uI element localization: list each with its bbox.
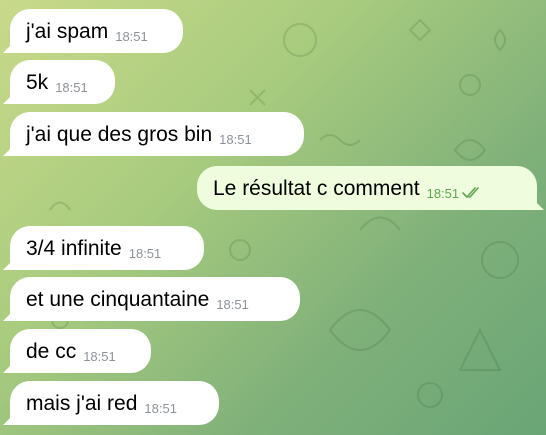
message-time: 18:51 <box>216 296 249 312</box>
message-text: 3/4 infinite <box>26 236 122 260</box>
message-bubble-incoming[interactable]: 3/4 infinite 18:51 <box>10 226 204 270</box>
message-text: et une cinquantaine <box>26 287 210 311</box>
message-text: mais j'ai red <box>26 391 138 415</box>
message-time: 18:51 <box>219 131 252 147</box>
message-bubble-incoming[interactable]: j'ai spam 18:51 <box>10 9 183 53</box>
message-time: 18:51 <box>128 245 162 261</box>
message-time: 18:51 <box>55 79 88 95</box>
double-check-icon <box>462 186 479 198</box>
message-bubble-incoming[interactable]: de cc 18:51 <box>10 329 151 373</box>
message-text: j'ai que des gros bin <box>26 122 213 146</box>
message-time: 18:51 <box>426 185 460 201</box>
message-text: de cc <box>26 339 77 363</box>
chat-background: j'ai spam 18:51 5k 18:51 j'ai que des gr… <box>0 0 546 435</box>
message-time: 18:51 <box>144 400 177 416</box>
message-bubble-incoming[interactable]: j'ai que des gros bin 18:51 <box>10 112 304 156</box>
message-bubble-incoming[interactable]: 5k 18:51 <box>10 60 115 104</box>
message-bubble-outgoing[interactable]: Le résultat c comment 18:51 <box>197 166 537 210</box>
message-bubble-incoming[interactable]: mais j'ai red 18:51 <box>10 381 219 425</box>
message-time: 18:51 <box>115 28 148 44</box>
message-time: 18:51 <box>83 348 116 364</box>
message-text: 5k <box>26 70 49 94</box>
message-bubble-incoming[interactable]: et une cinquantaine 18:51 <box>10 277 300 321</box>
message-text: j'ai spam <box>26 19 109 43</box>
message-text: Le résultat c comment <box>213 176 420 200</box>
